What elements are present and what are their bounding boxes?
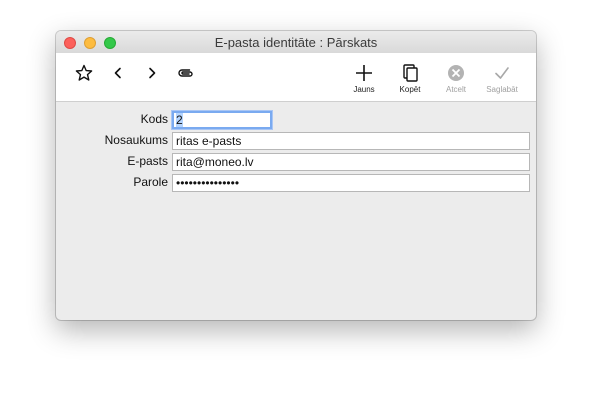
- epasts-row: E-pasts rita@moneo.lv: [56, 153, 536, 171]
- parole-label: Parole: [133, 175, 168, 189]
- checkmark-icon: [495, 67, 509, 79]
- cancel-icon: [448, 65, 464, 81]
- title-bar[interactable]: E-pasta identitāte : Pārskats: [56, 31, 536, 53]
- chevron-left-icon[interactable]: [108, 63, 128, 83]
- epasts-label: E-pasts: [127, 154, 168, 168]
- copy-icon: [403, 64, 418, 82]
- kods-value: 2: [176, 113, 183, 127]
- window-title: E-pasta identitāte : Pārskats: [214, 35, 378, 50]
- nosaukums-value: ritas e-pasts: [176, 134, 242, 148]
- copy-button-label: Kopēt: [399, 85, 421, 94]
- chevron-right-icon[interactable]: [142, 63, 162, 83]
- parole-field[interactable]: •••••••••••••••: [172, 174, 530, 192]
- paperclip-icon[interactable]: [176, 63, 196, 83]
- save-button-label: Saglabāt: [486, 85, 518, 94]
- parole-row: Parole •••••••••••••••: [56, 174, 536, 192]
- nosaukums-label: Nosaukums: [104, 133, 168, 147]
- cancel-button-label: Atcelt: [445, 85, 466, 94]
- app-window: E-pasta identitāte : Pārskats Jauns Kopē…: [56, 31, 536, 320]
- kods-label: Kods: [140, 112, 168, 126]
- cancel-button[interactable]: Atcelt: [436, 63, 476, 99]
- nosaukums-field[interactable]: ritas e-pasts: [172, 132, 530, 150]
- nosaukums-row: Nosaukums ritas e-pasts: [56, 132, 536, 150]
- star-icon[interactable]: [74, 63, 94, 83]
- parole-value: •••••••••••••••: [176, 176, 240, 190]
- kods-row: Kods 2: [56, 111, 536, 129]
- new-button[interactable]: Jauns: [344, 63, 384, 99]
- epasts-field[interactable]: rita@moneo.lv: [172, 153, 530, 171]
- copy-button[interactable]: Kopēt: [390, 63, 430, 99]
- plus-icon: [356, 65, 372, 81]
- new-button-label: Jauns: [353, 85, 375, 94]
- kods-field[interactable]: 2: [172, 111, 272, 129]
- toolbar: Jauns Kopēt Atcelt Saglabāt: [56, 53, 536, 102]
- save-button[interactable]: Saglabāt: [482, 63, 522, 99]
- epasts-value: rita@moneo.lv: [176, 155, 254, 169]
